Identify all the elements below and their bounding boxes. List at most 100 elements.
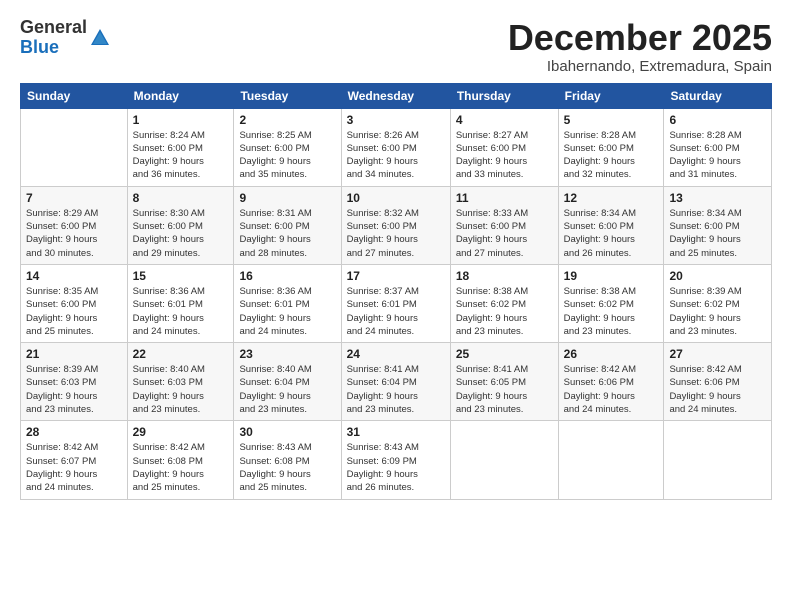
calendar-week-row: 7 Sunrise: 8:29 AM Sunset: 6:00 PM Daylig… (21, 186, 772, 264)
calendar-cell: 15Sunrise: 8:36 AM Sunset: 6:01 PM Dayli… (127, 264, 234, 342)
calendar-weekday-header: Monday (127, 83, 234, 108)
day-info: Sunrise: 8:36 AM Sunset: 6:01 PM Dayligh… (239, 285, 335, 338)
calendar-cell: 9Sunrise: 8:31 AM Sunset: 6:00 PM Daylig… (234, 186, 341, 264)
calendar-cell: 1 Sunrise: 8:24 AM Sunset: 6:00 PM Daylig… (127, 108, 234, 186)
calendar-cell (21, 108, 128, 186)
day-info: Sunrise: 8:38 AM Sunset: 6:02 PM Dayligh… (564, 285, 659, 338)
day-info: Sunrise: 8:25 AM Sunset: 6:00 PM Dayligh… (239, 129, 335, 182)
day-number: 22 (133, 347, 229, 361)
day-number: 10 (347, 191, 445, 205)
calendar-cell: 26 Sunrise: 8:42 AM Sunset: 6:06 PM Dayli… (558, 343, 664, 421)
day-info: Sunrise: 8:42 AM Sunset: 6:07 PM Dayligh… (26, 441, 122, 494)
day-info: Sunrise: 8:43 AM Sunset: 6:09 PM Dayligh… (347, 441, 445, 494)
day-info: Sunrise: 8:28 AM Sunset: 6:00 PM Dayligh… (564, 129, 659, 182)
calendar-week-row: 28Sunrise: 8:42 AM Sunset: 6:07 PM Dayli… (21, 421, 772, 499)
calendar-cell: 29 Sunrise: 8:42 AM Sunset: 6:08 PM Dayli… (127, 421, 234, 499)
calendar-cell: 7 Sunrise: 8:29 AM Sunset: 6:00 PM Daylig… (21, 186, 128, 264)
day-info: Sunrise: 8:43 AM Sunset: 6:08 PM Dayligh… (239, 441, 335, 494)
calendar-cell: 23Sunrise: 8:40 AM Sunset: 6:04 PM Dayli… (234, 343, 341, 421)
day-info: Sunrise: 8:24 AM Sunset: 6:00 PM Dayligh… (133, 129, 229, 182)
day-number: 26 (564, 347, 659, 361)
day-number: 30 (239, 425, 335, 439)
day-info: Sunrise: 8:42 AM Sunset: 6:08 PM Dayligh… (133, 441, 229, 494)
day-info: Sunrise: 8:32 AM Sunset: 6:00 PM Dayligh… (347, 207, 445, 260)
day-number: 20 (669, 269, 766, 283)
calendar-header-row: SundayMondayTuesdayWednesdayThursdayFrid… (21, 83, 772, 108)
day-number: 14 (26, 269, 122, 283)
calendar-cell: 4 Sunrise: 8:27 AM Sunset: 6:00 PM Daylig… (450, 108, 558, 186)
day-info: Sunrise: 8:39 AM Sunset: 6:03 PM Dayligh… (26, 363, 122, 416)
day-info: Sunrise: 8:38 AM Sunset: 6:02 PM Dayligh… (456, 285, 553, 338)
day-info: Sunrise: 8:42 AM Sunset: 6:06 PM Dayligh… (669, 363, 766, 416)
location: Ibahernando, Extremadura, Spain (508, 58, 772, 75)
calendar-week-row: 14Sunrise: 8:35 AM Sunset: 6:00 PM Dayli… (21, 264, 772, 342)
calendar-cell: 31 Sunrise: 8:43 AM Sunset: 6:09 PM Dayli… (341, 421, 450, 499)
calendar-week-row: 1 Sunrise: 8:24 AM Sunset: 6:00 PM Daylig… (21, 108, 772, 186)
day-info: Sunrise: 8:42 AM Sunset: 6:06 PM Dayligh… (564, 363, 659, 416)
day-number: 23 (239, 347, 335, 361)
day-number: 1 (133, 113, 229, 127)
calendar-cell: 16Sunrise: 8:36 AM Sunset: 6:01 PM Dayli… (234, 264, 341, 342)
day-number: 21 (26, 347, 122, 361)
calendar-cell: 22Sunrise: 8:40 AM Sunset: 6:03 PM Dayli… (127, 343, 234, 421)
page: General Blue December 2025 Ibahernando, … (0, 0, 792, 612)
day-number: 15 (133, 269, 229, 283)
day-number: 19 (564, 269, 659, 283)
calendar-weekday-header: Sunday (21, 83, 128, 108)
day-number: 27 (669, 347, 766, 361)
day-number: 24 (347, 347, 445, 361)
logo: General Blue (20, 18, 111, 58)
calendar-cell: 5 Sunrise: 8:28 AM Sunset: 6:00 PM Daylig… (558, 108, 664, 186)
day-info: Sunrise: 8:31 AM Sunset: 6:00 PM Dayligh… (239, 207, 335, 260)
calendar-cell: 12 Sunrise: 8:34 AM Sunset: 6:00 PM Dayli… (558, 186, 664, 264)
day-info: Sunrise: 8:37 AM Sunset: 6:01 PM Dayligh… (347, 285, 445, 338)
day-info: Sunrise: 8:27 AM Sunset: 6:00 PM Dayligh… (456, 129, 553, 182)
calendar-cell: 11 Sunrise: 8:33 AM Sunset: 6:00 PM Dayli… (450, 186, 558, 264)
calendar-cell: 30 Sunrise: 8:43 AM Sunset: 6:08 PM Dayli… (234, 421, 341, 499)
day-number: 8 (133, 191, 229, 205)
day-info: Sunrise: 8:41 AM Sunset: 6:04 PM Dayligh… (347, 363, 445, 416)
day-number: 25 (456, 347, 553, 361)
calendar-table: SundayMondayTuesdayWednesdayThursdayFrid… (20, 83, 772, 500)
calendar-cell: 21 Sunrise: 8:39 AM Sunset: 6:03 PM Dayli… (21, 343, 128, 421)
calendar-cell: 18 Sunrise: 8:38 AM Sunset: 6:02 PM Dayli… (450, 264, 558, 342)
day-number: 18 (456, 269, 553, 283)
calendar-cell: 14Sunrise: 8:35 AM Sunset: 6:00 PM Dayli… (21, 264, 128, 342)
header: General Blue December 2025 Ibahernando, … (20, 18, 772, 75)
calendar-cell: 17 Sunrise: 8:37 AM Sunset: 6:01 PM Dayli… (341, 264, 450, 342)
calendar-cell: 27 Sunrise: 8:42 AM Sunset: 6:06 PM Dayli… (664, 343, 772, 421)
logo-general-text: General Blue (20, 18, 87, 58)
calendar-cell (664, 421, 772, 499)
calendar-cell: 8Sunrise: 8:30 AM Sunset: 6:00 PM Daylig… (127, 186, 234, 264)
day-info: Sunrise: 8:29 AM Sunset: 6:00 PM Dayligh… (26, 207, 122, 260)
day-number: 7 (26, 191, 122, 205)
calendar-cell: 28Sunrise: 8:42 AM Sunset: 6:07 PM Dayli… (21, 421, 128, 499)
day-number: 3 (347, 113, 445, 127)
calendar-weekday-header: Thursday (450, 83, 558, 108)
day-info: Sunrise: 8:41 AM Sunset: 6:05 PM Dayligh… (456, 363, 553, 416)
day-number: 6 (669, 113, 766, 127)
month-title: December 2025 (508, 18, 772, 58)
day-number: 17 (347, 269, 445, 283)
title-block: December 2025 Ibahernando, Extremadura, … (508, 18, 772, 75)
calendar-cell: 24 Sunrise: 8:41 AM Sunset: 6:04 PM Dayli… (341, 343, 450, 421)
day-number: 11 (456, 191, 553, 205)
calendar-cell: 20 Sunrise: 8:39 AM Sunset: 6:02 PM Dayli… (664, 264, 772, 342)
day-info: Sunrise: 8:26 AM Sunset: 6:00 PM Dayligh… (347, 129, 445, 182)
calendar-cell: 6Sunrise: 8:28 AM Sunset: 6:00 PM Daylig… (664, 108, 772, 186)
day-info: Sunrise: 8:34 AM Sunset: 6:00 PM Dayligh… (669, 207, 766, 260)
day-number: 12 (564, 191, 659, 205)
day-number: 29 (133, 425, 229, 439)
calendar-cell: 19 Sunrise: 8:38 AM Sunset: 6:02 PM Dayli… (558, 264, 664, 342)
calendar-cell: 10 Sunrise: 8:32 AM Sunset: 6:00 PM Dayli… (341, 186, 450, 264)
day-number: 4 (456, 113, 553, 127)
calendar-cell (558, 421, 664, 499)
calendar-cell: 3 Sunrise: 8:26 AM Sunset: 6:00 PM Daylig… (341, 108, 450, 186)
day-info: Sunrise: 8:33 AM Sunset: 6:00 PM Dayligh… (456, 207, 553, 260)
calendar-cell: 25 Sunrise: 8:41 AM Sunset: 6:05 PM Dayli… (450, 343, 558, 421)
day-info: Sunrise: 8:39 AM Sunset: 6:02 PM Dayligh… (669, 285, 766, 338)
day-info: Sunrise: 8:34 AM Sunset: 6:00 PM Dayligh… (564, 207, 659, 260)
day-number: 5 (564, 113, 659, 127)
day-number: 31 (347, 425, 445, 439)
day-number: 13 (669, 191, 766, 205)
